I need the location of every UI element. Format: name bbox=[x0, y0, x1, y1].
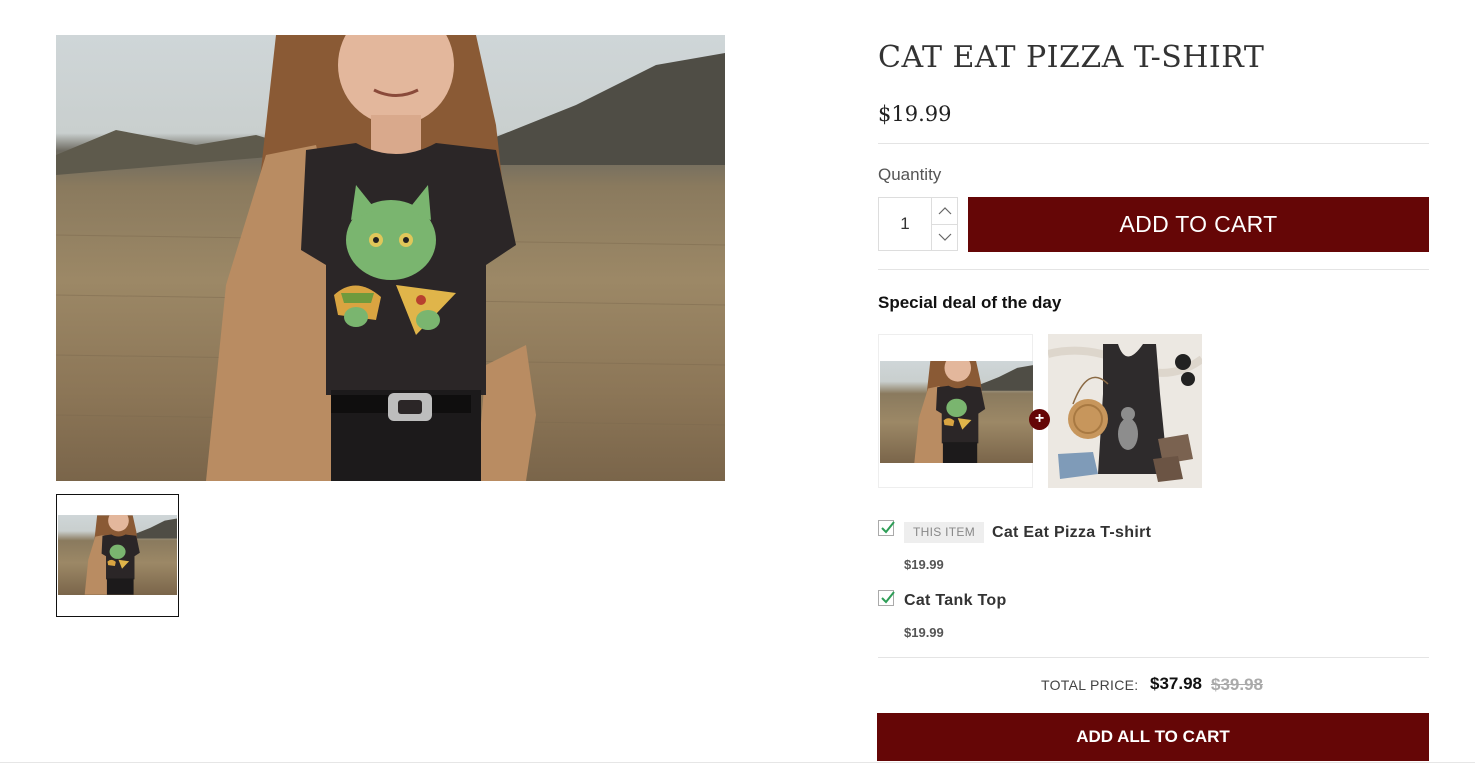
page-bottom-divider bbox=[0, 762, 1475, 763]
quantity-input[interactable]: 1 bbox=[879, 198, 931, 250]
quantity-label: Quantity bbox=[878, 165, 942, 184]
this-item-badge: THIS ITEM bbox=[904, 522, 985, 543]
product-photo-illustration bbox=[56, 35, 725, 481]
deal-item-checkbox-tank-top[interactable] bbox=[878, 590, 895, 606]
deal-item-image-tank-top[interactable] bbox=[1048, 334, 1202, 488]
product-main-image bbox=[56, 35, 725, 481]
tank-top-flatlay-illustration bbox=[1048, 334, 1202, 488]
plus-icon: + bbox=[1029, 409, 1050, 430]
deal-item-name-tshirt[interactable]: Cat Eat Pizza T-shirt bbox=[992, 524, 1151, 542]
divider bbox=[878, 143, 1429, 144]
deal-item-image-tshirt[interactable] bbox=[878, 334, 1033, 488]
thumbnail-image bbox=[58, 515, 177, 595]
divider bbox=[878, 269, 1429, 270]
chevron-up-icon bbox=[938, 207, 952, 215]
deal-item-price-tank-top: $19.99 bbox=[904, 625, 944, 640]
deal-item-checkbox-tshirt[interactable] bbox=[878, 520, 895, 536]
add-all-to-cart-button[interactable]: ADD ALL TO CART bbox=[877, 713, 1429, 761]
product-thumbnail[interactable] bbox=[56, 494, 179, 617]
quantity-decrease-button[interactable] bbox=[931, 224, 958, 250]
add-to-cart-button[interactable]: ADD TO CART bbox=[968, 197, 1429, 252]
product-title: CAT EAT PIZZA T-SHIRT bbox=[878, 40, 1265, 75]
total-price-label: TOTAL PRICE: bbox=[1041, 677, 1139, 693]
checkmark-icon bbox=[881, 521, 895, 534]
deal-item-name-tank-top[interactable]: Cat Tank Top bbox=[904, 592, 1007, 610]
deal-item-price-tshirt: $19.99 bbox=[904, 557, 944, 572]
deal-heading: Special deal of the day bbox=[878, 293, 1062, 312]
total-original-price: $39.98 bbox=[1211, 675, 1263, 694]
quantity-stepper[interactable]: 1 bbox=[878, 197, 958, 251]
deal-tshirt-illustration bbox=[914, 361, 1033, 463]
checkmark-icon bbox=[881, 591, 895, 604]
product-price: $19.99 bbox=[878, 102, 952, 126]
deal-tshirt-photo bbox=[880, 361, 1033, 463]
quantity-increase-button[interactable] bbox=[931, 198, 958, 225]
chevron-down-icon bbox=[938, 233, 952, 241]
thumbnail-illustration bbox=[84, 515, 177, 595]
divider bbox=[878, 657, 1429, 658]
total-price-value: $37.98 bbox=[1150, 674, 1202, 693]
